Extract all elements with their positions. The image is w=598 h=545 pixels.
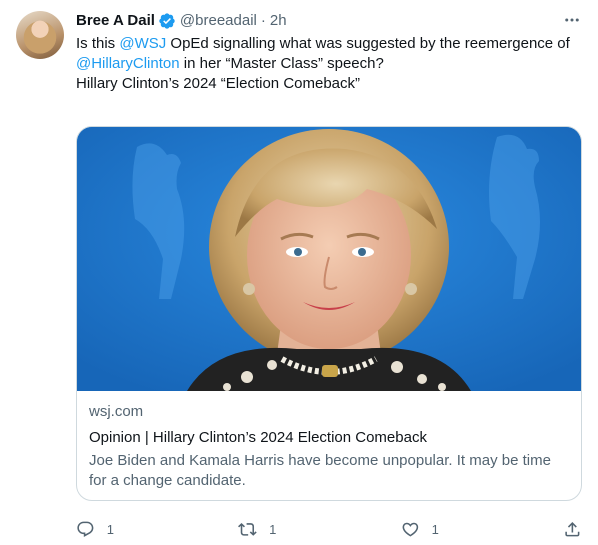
retweet-icon — [238, 522, 258, 536]
header-separator: · — [260, 12, 266, 29]
tweet-text-segment: OpEd signalling what was suggested by th… — [166, 35, 570, 52]
reply-button[interactable]: 1 — [76, 520, 204, 539]
like-count: 1 — [431, 521, 439, 537]
reply-icon — [77, 521, 94, 537]
card-meta: wsj.com Opinion | Hillary Clinton’s 2024… — [77, 391, 581, 491]
card-domain: wsj.com — [89, 403, 144, 420]
card-image[interactable] — [77, 127, 581, 391]
more-options-icon[interactable] — [562, 10, 582, 30]
link-card[interactable]: wsj.com Opinion | Hillary Clinton’s 2024… — [76, 126, 582, 501]
author-handle[interactable]: @breeadail — [180, 11, 257, 31]
retweet-count: 1 — [269, 521, 277, 537]
share-button[interactable] — [563, 520, 582, 539]
card-title[interactable]: Opinion | Hillary Clinton’s 2024 Electio… — [89, 428, 569, 448]
portrait-image — [77, 127, 581, 391]
tweet-text-segment: Is this — [76, 35, 120, 52]
avatar[interactable] — [16, 11, 64, 59]
card-description: Joe Biden and Kamala Harris have become … — [89, 452, 551, 489]
tweet-paragraph-1: Is this @WSJ OpEd signalling what was su… — [76, 34, 582, 74]
mention-wsj[interactable]: @WSJ — [119, 35, 166, 52]
tweet-text-segment: in her “Master Class” speech? — [179, 55, 384, 72]
tweet-text: Is this @WSJ OpEd signalling what was su… — [76, 34, 582, 94]
mention-hillaryclinton[interactable]: @HillaryClinton — [76, 55, 180, 72]
tweet-actions: 1 1 1 — [76, 513, 582, 545]
heart-icon — [402, 522, 419, 537]
tweet-paragraph-2: Hillary Clinton’s 2024 “Election Comebac… — [76, 75, 361, 92]
like-button[interactable]: 1 — [401, 520, 529, 539]
author-name[interactable]: Bree A Dail — [76, 11, 155, 31]
reply-count: 1 — [106, 521, 114, 537]
retweet-button[interactable]: 1 — [238, 520, 366, 539]
share-icon — [565, 521, 580, 537]
tweet-timestamp[interactable]: 2h — [270, 11, 287, 31]
verified-badge-icon — [158, 12, 176, 30]
tweet-header: Bree A Dail @breeadail · 2h — [76, 10, 582, 32]
tweet-content: Bree A Dail @breeadail · 2h Is this @WSJ… — [76, 10, 582, 537]
tweet[interactable]: Bree A Dail @breeadail · 2h Is this @WSJ… — [0, 0, 598, 544]
